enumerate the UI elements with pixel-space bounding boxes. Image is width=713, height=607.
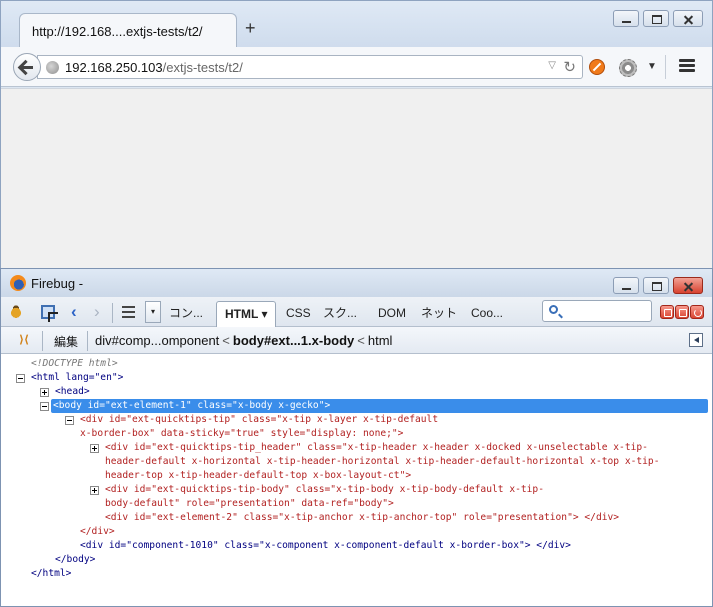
breadcrumb-separator	[87, 331, 88, 351]
expand-toggle[interactable]	[90, 444, 99, 453]
browser-window: http://192.168....extjs-tests/t2/ + 192.…	[0, 0, 713, 268]
breadcrumb-item[interactable]: body#ext...1.x-body	[233, 333, 354, 348]
tree-header-div[interactable]: <div id="ext-quicktips-tip_header" class…	[105, 441, 648, 455]
breadcrumb: div#comp...omponent < body#ext...1.x-body <…	[95, 333, 393, 348]
collapse-toggle[interactable]	[65, 416, 74, 425]
html-tree-panel: <!DOCTYPE html> <html lang="en"> <head> …	[1, 355, 712, 606]
tab-net[interactable]: ネット	[421, 302, 457, 326]
panel-menu-dropdown[interactable]: ▾	[145, 301, 161, 323]
url-bar[interactable]: 192.168.250.103/extjs-tests/t2/ ▽ ↻	[37, 55, 583, 79]
forward-arrow-icon[interactable]: ›	[94, 302, 100, 322]
firebug-toolbar: ‹ › ▾ コン... HTML ▾ CSS スク... DOM ネット Coo…	[1, 297, 712, 327]
new-tab-button[interactable]: +	[245, 19, 259, 37]
split-view-icon[interactable]: ⟩⟨	[19, 333, 33, 347]
globe-icon	[46, 61, 59, 74]
history-dropdown-icon[interactable]: ▽	[548, 60, 556, 71]
tab-console[interactable]: コン...	[169, 302, 203, 326]
tree-body-selected[interactable]: <body id="ext-element-1" class="x-body x…	[51, 399, 708, 413]
tab-css[interactable]: CSS	[286, 302, 311, 326]
browser-titlebar: http://192.168....extjs-tests/t2/ +	[1, 1, 712, 47]
tree-head[interactable]: <head>	[55, 385, 90, 399]
firebug-detach-icon[interactable]	[675, 305, 689, 319]
firebug-breadcrumb-bar: ⟩⟨ 編集 div#comp...omponent < body#ext...1.x…	[1, 327, 712, 354]
firebug-search-input[interactable]	[542, 300, 652, 322]
tab-title: http://192.168....extjs-tests/t2/	[32, 24, 203, 39]
tree-quicktips-div[interactable]: <div id="ext-quicktips-tip" class="x-tip…	[80, 413, 438, 427]
firebug-window-controls	[613, 277, 703, 295]
maximize-button[interactable]	[643, 10, 669, 27]
tab-html[interactable]: HTML ▾	[216, 301, 277, 327]
adblock-icon[interactable]	[589, 59, 605, 75]
edit-button[interactable]: 編集	[54, 333, 78, 350]
tree-body-close: </body>	[55, 554, 96, 565]
firebug-maximize-button[interactable]	[643, 277, 669, 294]
firebug-power-icon[interactable]	[690, 305, 704, 319]
firebug-bug-icon[interactable]	[7, 303, 25, 321]
back-arrow-icon[interactable]: ‹	[71, 302, 77, 322]
navigation-bar: 192.168.250.103/extjs-tests/t2/ ▽ ↻ ▼	[1, 47, 712, 87]
tab-cookies[interactable]: Coo...	[471, 302, 503, 326]
url-text: 192.168.250.103/extjs-tests/t2/	[65, 60, 243, 75]
hamburger-menu-icon[interactable]	[679, 59, 695, 73]
page-content-area	[1, 88, 712, 268]
collapse-toggle[interactable]	[16, 374, 25, 383]
tab-dom[interactable]: DOM	[378, 302, 406, 326]
firefox-icon	[10, 275, 26, 291]
tree-tip-body-div-cont: body-default" role="presentation" data-r…	[105, 498, 394, 509]
tab-script[interactable]: スク...	[323, 302, 357, 326]
panel-list-icon[interactable]	[122, 306, 135, 318]
firebug-close-button[interactable]	[673, 277, 703, 294]
expand-toggle[interactable]	[40, 388, 49, 397]
firebug-minimize-button[interactable]	[613, 277, 639, 294]
toolbar-separator	[112, 303, 113, 323]
tree-html-open[interactable]: <html lang="en">	[31, 371, 123, 385]
tree-header-div-cont: header-top x-tip-header-default-top x-bo…	[105, 470, 412, 481]
expand-toggle[interactable]	[90, 486, 99, 495]
window-controls	[613, 10, 703, 28]
tree-html-close: </html>	[31, 568, 72, 579]
chevron-down-icon[interactable]: ▼	[647, 61, 657, 72]
tree-doctype: <!DOCTYPE html>	[31, 358, 118, 369]
firebug-title: Firebug -	[31, 276, 84, 291]
breadcrumb-item[interactable]: html	[368, 333, 393, 348]
tree-component-div[interactable]: <div id="component-1010" class="x-compon…	[80, 539, 571, 553]
reload-icon[interactable]: ↻	[563, 58, 576, 76]
breadcrumb-item[interactable]: div#comp...omponent	[95, 333, 219, 348]
breadcrumb-separator	[42, 331, 43, 351]
toggle-side-panel-icon[interactable]	[689, 333, 703, 347]
tree-header-div-cont: header-default x-horizontal x-tip-header…	[105, 456, 660, 467]
close-button[interactable]	[673, 10, 703, 27]
collapse-toggle[interactable]	[40, 402, 49, 411]
tree-tip-body-div[interactable]: <div id="ext-quicktips-tip-body" class="…	[105, 483, 544, 497]
firebug-minimize-icon[interactable]	[660, 305, 674, 319]
tree-quicktips-div-cont: x-border-box" data-sticky="true" style="…	[80, 428, 404, 439]
tree-element2-div[interactable]: <div id="ext-element-2" class="x-tip-anc…	[105, 511, 619, 525]
browser-tab[interactable]: http://192.168....extjs-tests/t2/	[19, 13, 237, 47]
search-icon	[549, 305, 558, 314]
firebug-window: Firebug - ‹ › ▾ コン... HTML ▾ CSS スク... D…	[0, 268, 713, 607]
gear-icon[interactable]	[619, 59, 637, 77]
inspect-element-icon[interactable]	[41, 305, 55, 319]
minimize-button[interactable]	[613, 10, 639, 27]
firebug-titlebar: Firebug -	[1, 269, 712, 297]
toolbar-divider	[665, 55, 666, 79]
back-button[interactable]	[13, 53, 41, 81]
tree-quicktips-close: </div>	[80, 526, 115, 537]
